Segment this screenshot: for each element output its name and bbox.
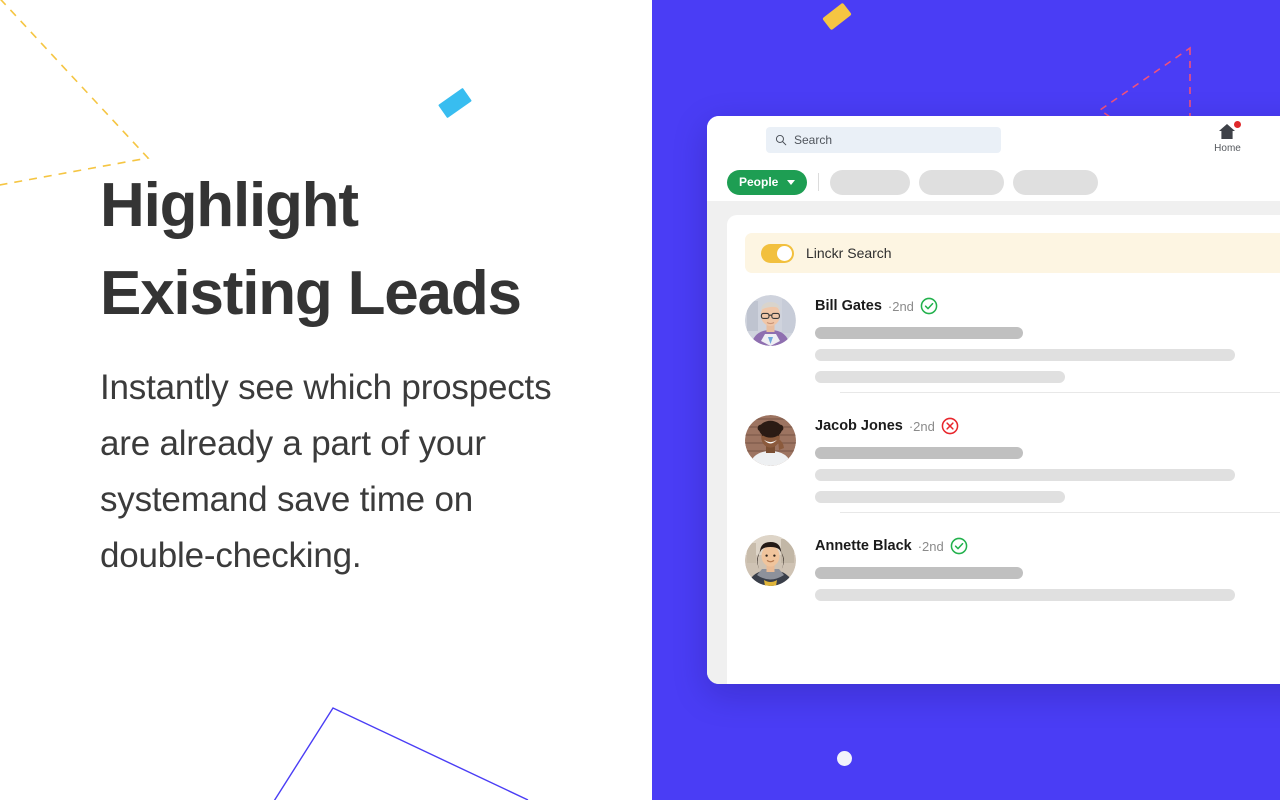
filter-pill-people[interactable]: People xyxy=(727,169,808,195)
app-body: Linckr Search Bill Gates ·2nd Jacob Jone… xyxy=(707,201,1280,684)
linckr-search-toggle[interactable] xyxy=(761,243,794,263)
skeleton-bars xyxy=(815,447,1280,503)
filter-pill-placeholder[interactable] xyxy=(830,169,911,195)
skeleton-bar xyxy=(815,567,1023,579)
app-topbar: Search Home xyxy=(707,116,1280,163)
skeleton-bar xyxy=(815,589,1235,601)
avatar-annette-black xyxy=(745,535,796,586)
person-degree: ·2nd xyxy=(887,298,914,314)
home-icon xyxy=(1201,120,1254,141)
results-card: Linckr Search Bill Gates ·2nd Jacob Jone… xyxy=(727,215,1280,684)
skeleton-bars xyxy=(815,567,1280,601)
search-icon xyxy=(775,134,787,146)
skeleton-bar xyxy=(815,491,1065,503)
verified-check-icon xyxy=(950,537,968,555)
skeleton-bar xyxy=(815,327,1023,339)
nav-item-home-label: Home xyxy=(1214,143,1241,154)
network-icon xyxy=(1274,121,1280,141)
person-name: Annette Black xyxy=(815,538,912,554)
person-name: Bill Gates xyxy=(815,298,882,314)
list-item[interactable]: Annette Black ·2nd xyxy=(727,513,1280,631)
chevron-down-icon xyxy=(787,179,796,185)
linckr-search-label: Linckr Search xyxy=(806,245,892,261)
search-input[interactable]: Search xyxy=(766,127,1001,153)
headline-line-1: Highlight xyxy=(100,171,359,240)
headline-block: Highlight Existing Leads Instantly see w… xyxy=(100,162,600,584)
not-found-x-icon xyxy=(941,417,959,435)
person-name: Jacob Jones xyxy=(815,418,903,434)
skeleton-bars xyxy=(815,327,1280,383)
skeleton-bar xyxy=(815,469,1235,481)
page-subcopy: Instantly see which prospects are alread… xyxy=(100,368,552,575)
yellow-dashed-chevron-icon xyxy=(0,0,150,186)
left-content-panel: Highlight Existing Leads Instantly see w… xyxy=(0,0,652,800)
yellow-chip-icon xyxy=(822,2,852,31)
blue-angle-line-icon xyxy=(273,707,529,800)
search-placeholder: Search xyxy=(794,133,833,147)
person-details: Jacob Jones ·2nd xyxy=(815,415,1280,513)
verified-check-icon xyxy=(920,297,938,315)
skeleton-bar xyxy=(815,447,1023,459)
cyan-chip-icon xyxy=(438,87,472,119)
person-header: Bill Gates ·2nd xyxy=(815,297,1280,315)
filter-divider xyxy=(818,173,820,191)
person-header: Jacob Jones ·2nd xyxy=(815,417,1280,435)
app-nav: Home M xyxy=(1201,120,1280,154)
skeleton-bar xyxy=(815,371,1065,383)
nav-item-network-label: M xyxy=(1274,143,1280,154)
carousel-indicator-dot[interactable] xyxy=(837,751,852,766)
linckr-search-banner: Linckr Search xyxy=(745,233,1280,273)
avatar-bill-gates xyxy=(745,295,796,346)
headline-line-2: Existing Leads xyxy=(100,259,522,328)
skeleton-bar xyxy=(815,349,1235,361)
page-title: Highlight Existing Leads xyxy=(100,162,600,338)
person-details: Annette Black ·2nd xyxy=(815,535,1280,611)
person-header: Annette Black ·2nd xyxy=(815,537,1280,555)
list-item[interactable]: Jacob Jones ·2nd xyxy=(727,393,1280,513)
filter-pill-placeholder[interactable] xyxy=(919,169,1005,195)
avatar-jacob-jones xyxy=(745,415,796,466)
person-details: Bill Gates ·2nd xyxy=(815,295,1280,393)
right-visual-panel: Search Home People Linckr Search Bill Ga… xyxy=(652,0,1280,800)
filter-pill-people-label: People xyxy=(739,175,779,189)
person-degree: ·2nd xyxy=(908,418,935,434)
list-item[interactable]: Bill Gates ·2nd xyxy=(727,273,1280,393)
slide-root: Highlight Existing Leads Instantly see w… xyxy=(0,0,1280,800)
app-mockup: Search Home People Linckr Search Bill Ga… xyxy=(707,116,1280,684)
nav-item-home[interactable]: Home xyxy=(1201,120,1254,154)
filter-pill-placeholder[interactable] xyxy=(1013,169,1099,195)
notification-badge xyxy=(1233,120,1242,129)
nav-item-network[interactable]: M xyxy=(1274,121,1280,154)
person-degree: ·2nd xyxy=(917,538,944,554)
toggle-knob xyxy=(777,245,792,261)
filter-bar: People xyxy=(707,163,1280,201)
